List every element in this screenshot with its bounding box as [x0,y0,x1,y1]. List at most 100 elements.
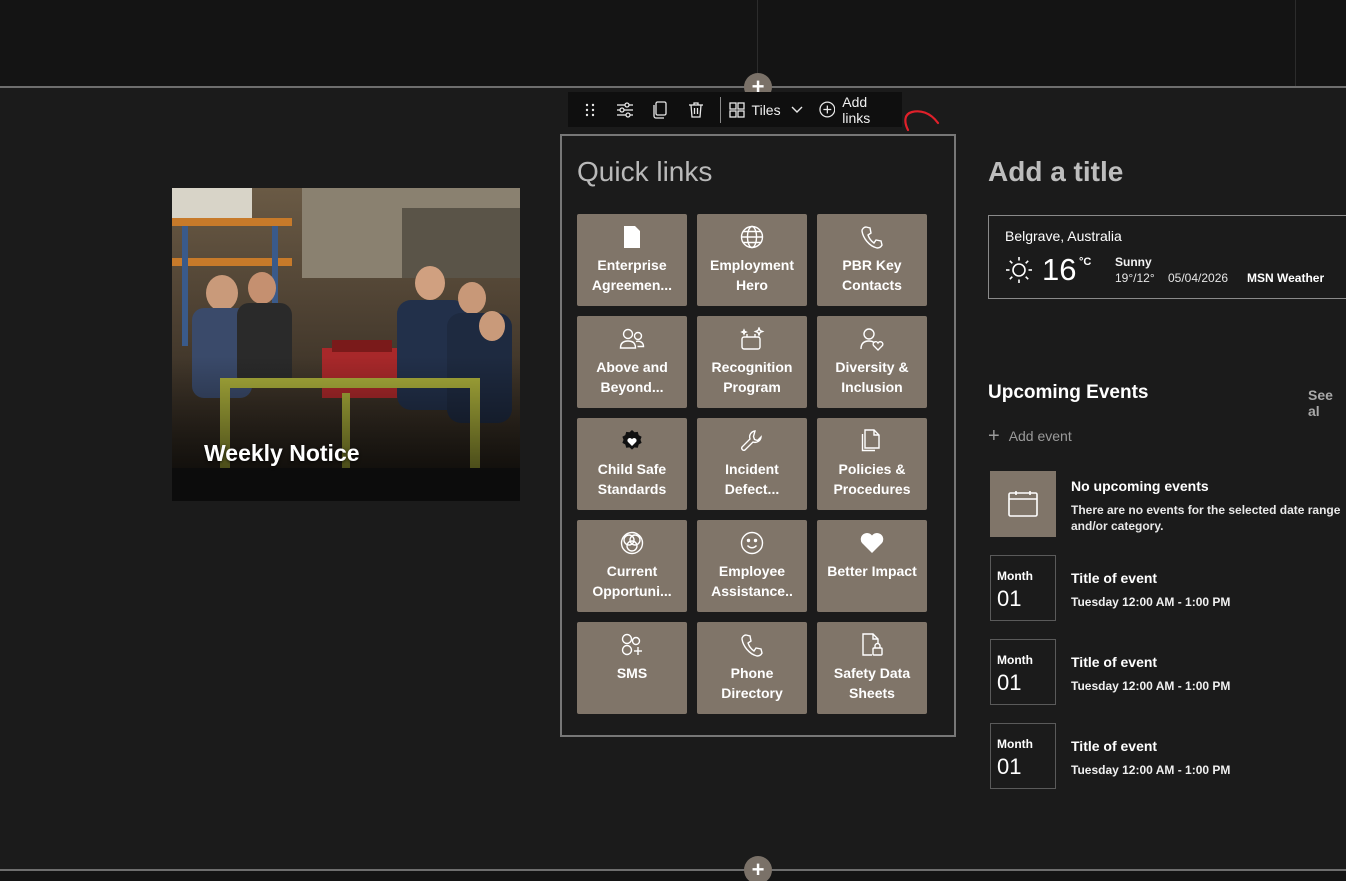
column-divider [1295,0,1296,86]
documents-icon [858,428,886,454]
red-annotation-mark [904,110,940,132]
weather-condition: Sunny [1115,255,1152,269]
weather-webpart[interactable]: Belgrave, Australia 16 °C Sunny 19°/12° … [988,215,1346,299]
quick-link-tile[interactable]: Incident Defect... [697,418,807,510]
phone-icon [858,224,886,250]
previous-section [0,0,1346,86]
tile-label: Current Opportuni... [592,563,672,599]
title-placeholder[interactable]: Add a title [988,156,1123,188]
heart-icon [858,530,886,556]
no-events-description: There are no events for the selected dat… [1071,503,1341,533]
event-month: Month [997,569,1033,583]
quick-link-tile[interactable]: SMS [577,622,687,714]
quick-link-tile[interactable]: Current Opportuni... [577,520,687,612]
document-lock-icon [858,632,886,658]
next-section [0,871,1346,881]
weather-location: Belgrave, Australia [1005,228,1122,244]
page: + Tiles Add links Weekly Notice Quick li… [0,0,1346,881]
smile-icon [738,530,766,556]
edit-properties-icon[interactable] [607,92,642,127]
events-title: Upcoming Events [988,382,1149,403]
tile-label: Recognition Program [711,359,793,395]
event-title[interactable]: Title of event [1071,654,1157,670]
section-top-border [0,86,1346,88]
see-all-link[interactable]: See al [1308,387,1346,419]
layout-dropdown[interactable]: Tiles [728,92,803,127]
workshop-photo [172,188,520,468]
add-circle-icon [818,101,835,118]
weather-unit: °C [1079,256,1092,268]
event-time: Tuesday 12:00 AM - 1:00 PM [1071,763,1231,777]
drag-handle-icon[interactable] [572,92,607,127]
add-links-button[interactable]: Add links [818,92,898,127]
event-time: Tuesday 12:00 AM - 1:00 PM [1071,679,1231,693]
quick-link-tile[interactable]: Phone Directory [697,622,807,714]
people-add-icon [618,632,646,658]
people-icon [618,326,646,352]
duplicate-icon[interactable] [643,92,678,127]
add-section-button[interactable]: + [744,856,772,881]
event-date-box[interactable]: Month 01 [990,555,1056,621]
tile-label: Above and Beyond... [596,359,668,395]
circles-icon [618,530,646,556]
weather-source: MSN Weather [1247,271,1325,285]
person-heart-icon [858,326,886,352]
quick-link-tile[interactable]: Better Impact [817,520,927,612]
webpart-toolbar: Tiles Add links [568,92,902,127]
event-month: Month [997,653,1033,667]
event-date-box[interactable]: Month 01 [990,723,1056,789]
phone-icon [738,632,766,658]
tile-label: Employment Hero [709,257,794,293]
event-title[interactable]: Title of event [1071,738,1157,754]
tile-label: Safety Data Sheets [833,665,911,701]
quick-link-tile[interactable]: Child Safe Standards [577,418,687,510]
sparkle-icon [738,326,766,352]
page-icon [618,224,646,250]
add-event-button[interactable]: + Add event [988,425,1072,447]
tile-label: PBR Key Contacts [842,257,902,293]
event-day: 01 [997,670,1022,695]
tile-label: SMS [616,665,648,681]
event-date-box[interactable]: Month 01 [990,639,1056,705]
toolbar-separator [719,96,721,123]
calendar-icon [990,471,1056,537]
layout-label: Tiles [751,101,781,118]
quick-link-tile[interactable]: Enterprise Agreemen... [577,214,687,306]
plus-icon: + [988,425,1000,447]
sun-icon [1006,257,1032,283]
tiles-icon [728,101,745,118]
quick-link-tile[interactable]: Employee Assistance.. [697,520,807,612]
add-links-label: Add links [842,93,871,126]
tile-label: Employee Assistance.. [711,563,793,599]
quick-link-tile[interactable]: Policies & Procedures [817,418,927,510]
tile-label: Diversity & Inclusion [835,359,909,395]
tile-label: Incident Defect... [724,461,780,497]
weather-range: 19°/12° [1115,271,1155,285]
tile-label: Policies & Procedures [833,461,911,497]
delete-icon[interactable] [678,92,713,127]
image-caption: Weekly Notice [204,440,360,466]
weather-date: 05/04/2026 [1168,271,1229,285]
tile-label: Phone Directory [721,665,783,701]
event-time: Tuesday 12:00 AM - 1:00 PM [1071,595,1231,609]
quick-link-tile[interactable]: Employment Hero [697,214,807,306]
quick-links-title[interactable]: Quick links [577,156,712,188]
quick-link-tile[interactable]: PBR Key Contacts [817,214,927,306]
quick-link-tile[interactable]: Diversity & Inclusion [817,316,927,408]
add-event-label: Add event [1008,428,1072,444]
no-events-title: No upcoming events [1071,478,1209,494]
quick-link-tile[interactable]: Safety Data Sheets [817,622,927,714]
wrench-icon [738,428,766,454]
tile-label: Enterprise Agreemen... [591,257,673,293]
image-webpart[interactable]: Weekly Notice [172,188,520,501]
chevron-down-icon [791,106,803,113]
badge-heart-icon [618,428,646,454]
event-title[interactable]: Title of event [1071,570,1157,586]
event-day: 01 [997,754,1022,779]
tile-label: Child Safe Standards [597,461,667,497]
quick-link-tile[interactable]: Recognition Program [697,316,807,408]
quick-link-tile[interactable]: Above and Beyond... [577,316,687,408]
weather-temperature: 16 [1042,252,1077,287]
globe-icon [738,224,766,250]
tile-label: Better Impact [827,563,917,579]
